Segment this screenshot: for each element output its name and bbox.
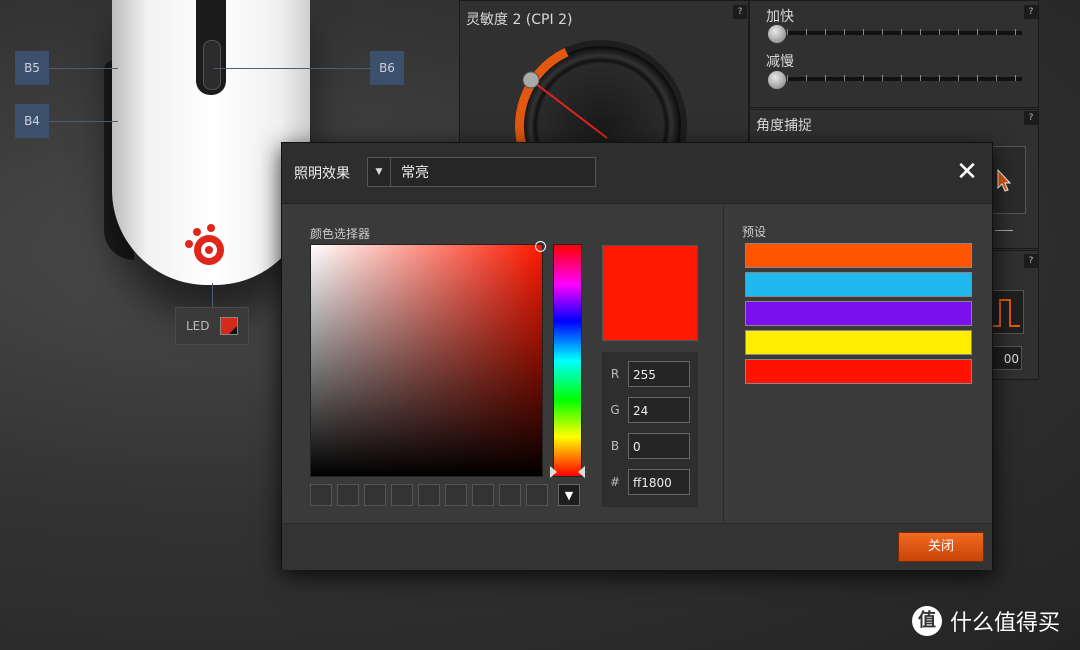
slow-down-slider-knob[interactable] — [767, 70, 787, 90]
angle-snapping-title: 角度捕捉 — [756, 118, 812, 134]
cursor-arrow-icon — [997, 168, 1012, 192]
b4-callout-line — [48, 121, 118, 122]
preset-color-4[interactable] — [745, 330, 972, 355]
red-label: R — [610, 367, 620, 381]
color-preview — [602, 245, 698, 341]
pulse-wave-icon — [992, 299, 1020, 327]
sensitivity-help-icon[interactable]: ? — [733, 5, 747, 19]
mouse-button-b5[interactable]: B5 — [15, 51, 49, 85]
acceleration-help-icon[interactable]: ? — [1024, 5, 1038, 19]
presets-label: 预设 — [742, 225, 767, 239]
swatch-dropdown-button[interactable]: ▼ — [558, 484, 580, 506]
led-zone-button[interactable]: LED — [175, 307, 249, 345]
custom-swatch[interactable] — [391, 484, 413, 506]
lighting-effect-select[interactable]: ▼ 常亮 — [367, 157, 596, 187]
lighting-effect-dialog: 照明效果 ▼ 常亮 ✕ 颜色选择器 ▼ R 255 G 24 B 0 # ff1… — [281, 142, 993, 570]
dialog-footer — [282, 523, 992, 570]
speed-up-slider-ticks — [787, 29, 1023, 35]
preset-color-1[interactable] — [745, 243, 972, 268]
saturation-value-handle[interactable] — [535, 241, 546, 252]
green-input[interactable]: 24 — [628, 397, 690, 423]
blue-input[interactable]: 0 — [628, 433, 690, 459]
watermark: 值 什么值得买 — [912, 605, 1060, 637]
lighting-effect-value: 常亮 — [401, 165, 429, 181]
angle-snapping-help-icon[interactable]: ? — [1024, 111, 1038, 125]
chevron-down-icon: ▼ — [368, 158, 391, 186]
custom-swatch[interactable] — [364, 484, 386, 506]
custom-swatch[interactable] — [445, 484, 467, 506]
mouse-wheel-button — [203, 40, 221, 90]
speed-up-slider-knob[interactable] — [767, 24, 787, 44]
green-label: G — [610, 403, 620, 417]
speed-up-label: 加快 — [766, 9, 794, 25]
dialog-divider — [723, 205, 724, 523]
hex-label: # — [609, 475, 621, 489]
led-callout-line — [212, 283, 213, 307]
slow-down-label: 减慢 — [766, 54, 794, 70]
hue-handle-right-icon[interactable] — [578, 466, 585, 478]
saturation-value-area[interactable] — [310, 244, 543, 477]
watermark-text: 什么值得买 — [950, 611, 1061, 636]
custom-swatch[interactable] — [472, 484, 494, 506]
gauge-needle-icon — [522, 71, 608, 139]
mouse-button-b4[interactable]: B4 — [15, 104, 49, 138]
blue-label: B — [610, 439, 620, 453]
rgb-input-panel: R 255 G 24 B 0 # ff1800 — [602, 352, 698, 507]
polling-help-icon[interactable]: ? — [1024, 254, 1038, 268]
polling-value-field[interactable]: 00 — [988, 346, 1022, 370]
hue-slider[interactable] — [553, 244, 582, 477]
preset-color-3[interactable] — [745, 301, 972, 326]
hex-input[interactable]: ff1800 — [628, 469, 690, 495]
preset-color-2[interactable] — [745, 272, 972, 297]
steelseries-logo-icon — [185, 224, 224, 265]
custom-swatch[interactable] — [526, 484, 548, 506]
red-input[interactable]: 255 — [628, 361, 690, 387]
b6-callout-line — [214, 68, 370, 69]
b5-callout-line — [48, 68, 118, 69]
led-color-swatch[interactable] — [219, 317, 238, 335]
mouse-button-b6[interactable]: B6 — [370, 51, 404, 85]
custom-swatch[interactable] — [499, 484, 521, 506]
slow-down-slider-ticks — [787, 75, 1023, 81]
led-label: LED — [186, 319, 210, 333]
hue-handle-left-icon[interactable] — [550, 466, 557, 478]
close-button[interactable]: 关闭 — [898, 532, 984, 562]
preset-color-5[interactable] — [745, 359, 972, 384]
angle-divider — [995, 230, 1013, 231]
custom-swatches — [310, 484, 548, 506]
close-icon[interactable]: ✕ — [954, 159, 980, 185]
custom-swatch[interactable] — [337, 484, 359, 506]
watermark-logo-icon: 值 — [912, 606, 942, 636]
custom-swatch[interactable] — [310, 484, 332, 506]
sensitivity-title: 灵敏度 2 (CPI 2) — [466, 12, 573, 28]
dialog-title: 照明效果 — [294, 166, 350, 182]
color-picker-label: 颜色选择器 — [310, 227, 371, 241]
custom-swatch[interactable] — [418, 484, 440, 506]
